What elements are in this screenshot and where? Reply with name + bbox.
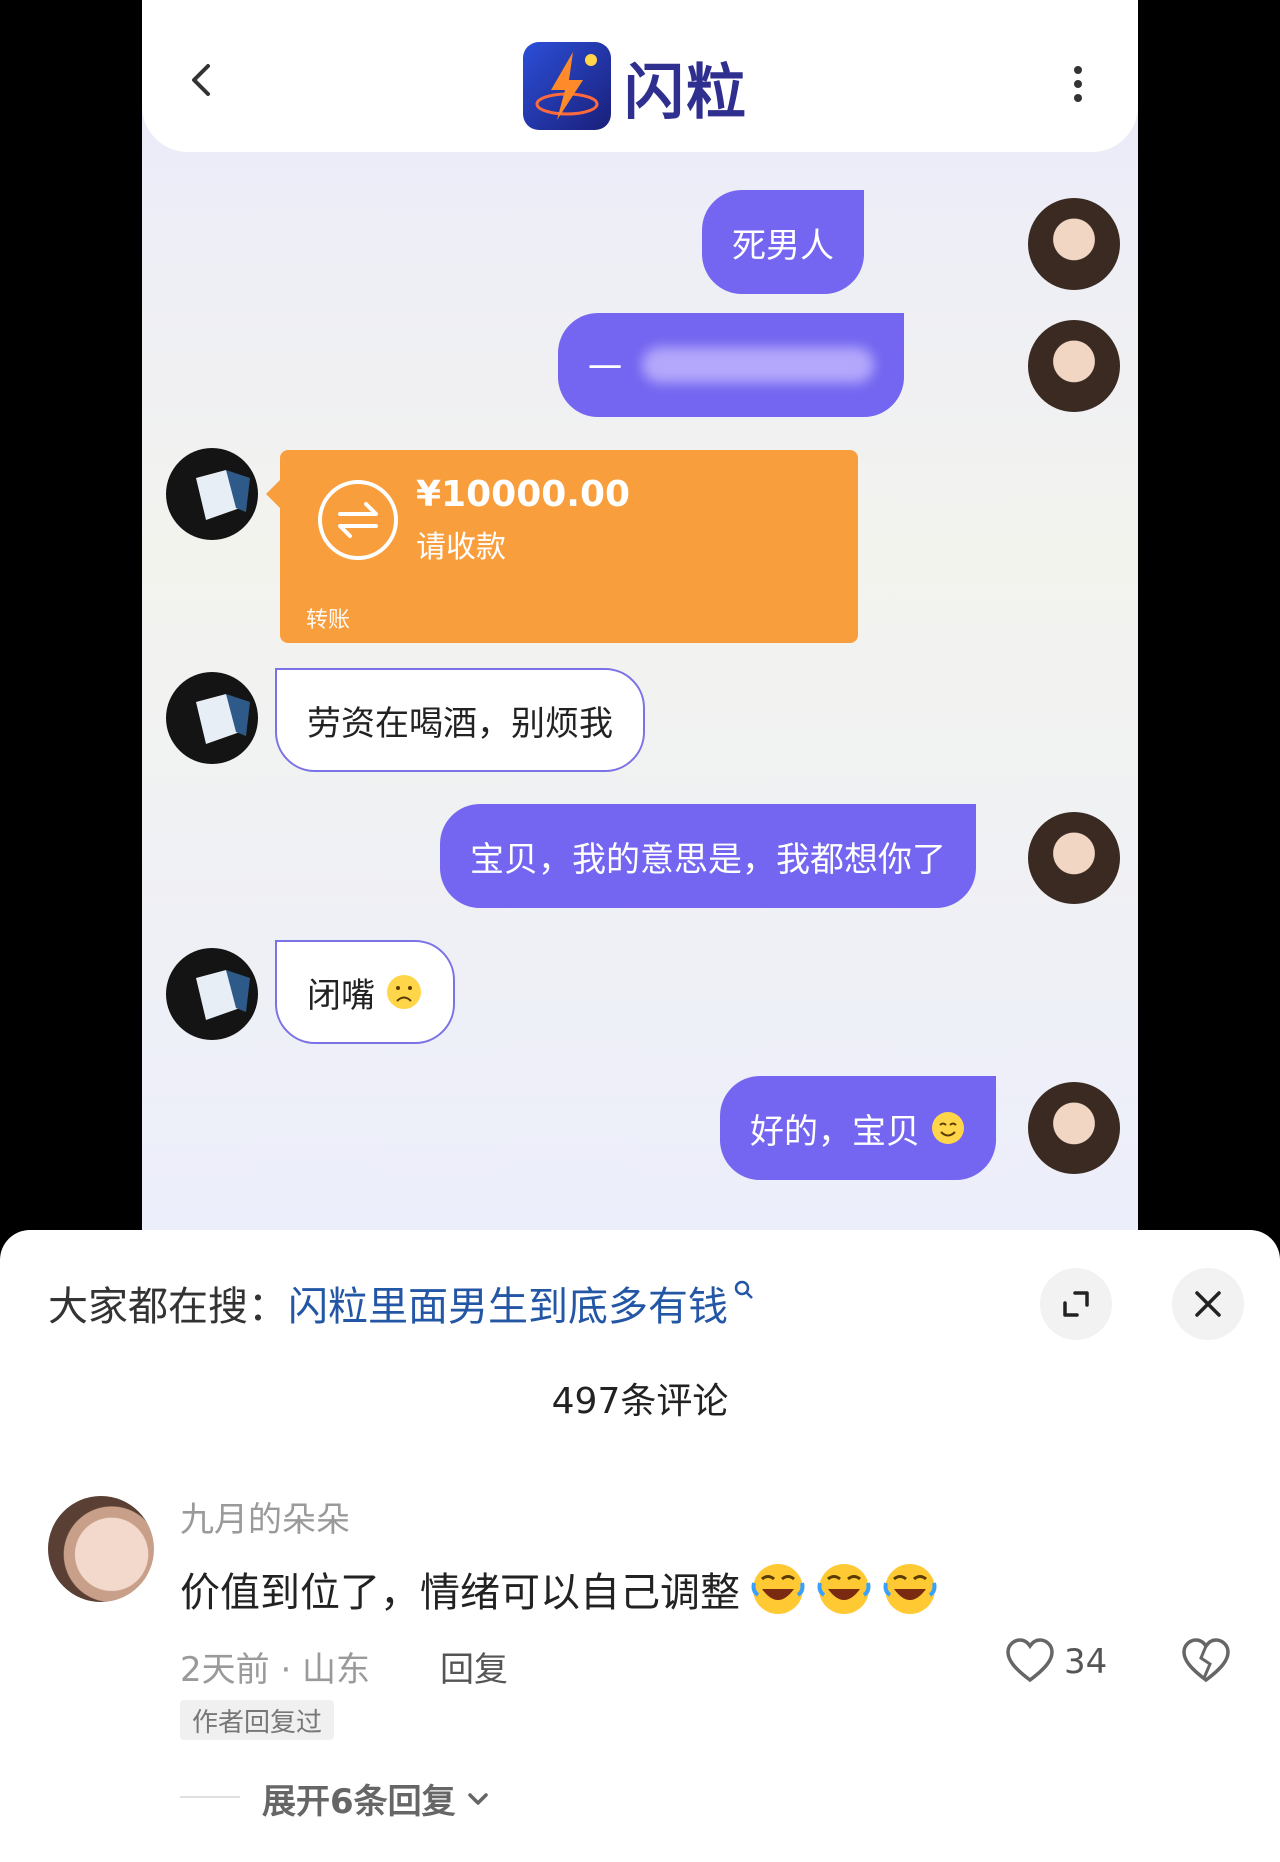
author-replied-badge: 作者回复过 xyxy=(180,1700,335,1740)
expand-replies-label: 展开6条回复 xyxy=(262,1782,456,1822)
expand-replies-button[interactable]: 展开6条回复 xyxy=(262,1774,492,1823)
screen: 闪粒 死男人 一 ¥10000.00 请收款 转账 劳资在喝酒，别烦我 宝贝，我… xyxy=(0,0,1280,1862)
transfer-card[interactable]: ¥10000.00 请收款 转账 xyxy=(266,450,858,643)
message-text: 劳资在喝酒，别烦我 xyxy=(307,703,613,744)
comment-text: 价值到位了，情绪可以自己调整 xyxy=(180,1560,938,1618)
message-bubble: 宝贝，我的意思是，我都想你了 xyxy=(440,804,976,908)
heart-icon[interactable] xyxy=(1004,1636,1056,1688)
search-icon xyxy=(734,1280,753,1299)
laughing-emoji xyxy=(817,1564,871,1614)
expand-button[interactable] xyxy=(1040,1268,1112,1340)
laughing-emoji xyxy=(883,1564,937,1614)
chevron-down-icon xyxy=(467,1792,488,1805)
transfer-amount: ¥10000.00 xyxy=(416,474,631,515)
search-term[interactable]: 闪粒里面男生到底多有钱 xyxy=(288,1284,728,1330)
message-bubble: 闭嘴 xyxy=(275,940,455,1044)
app-logo-icon xyxy=(523,42,611,130)
chat-header: 闪粒 xyxy=(142,0,1138,152)
message-text: 闭嘴 xyxy=(307,975,375,1016)
message-bubble: 好的，宝贝 xyxy=(720,1076,996,1180)
message-text: 宝贝，我的意思是，我都想你了 xyxy=(470,839,946,880)
broken-heart-icon[interactable] xyxy=(1180,1636,1232,1688)
avatar[interactable] xyxy=(166,672,258,764)
avatar[interactable] xyxy=(1028,812,1120,904)
message-text: 好的，宝贝 xyxy=(750,1111,920,1152)
avatar[interactable] xyxy=(1028,1082,1120,1174)
message-text: 死男人 xyxy=(732,225,834,266)
more-icon[interactable] xyxy=(1068,62,1088,106)
message-bubble: 劳资在喝酒，别烦我 xyxy=(275,668,645,772)
avatar[interactable] xyxy=(1028,198,1120,290)
message-text: 一 xyxy=(588,348,622,389)
expand-icon xyxy=(1063,1291,1089,1317)
comment-body: 价值到位了，情绪可以自己调整 xyxy=(180,1570,740,1616)
avatar[interactable] xyxy=(1028,320,1120,412)
app-title: 闪粒 xyxy=(624,58,748,128)
search-prefix: 大家都在搜： xyxy=(48,1284,288,1330)
message-bubble: 死男人 xyxy=(702,190,864,294)
comment-count: 497条评论 xyxy=(551,1381,729,1422)
close-icon xyxy=(1195,1291,1221,1317)
close-button[interactable] xyxy=(1172,1268,1244,1340)
smile-emoji xyxy=(932,1112,964,1144)
transfer-status: 请收款 xyxy=(416,530,506,565)
transfer-icon xyxy=(318,480,398,560)
transfer-type: 转账 xyxy=(306,608,351,633)
laughing-emoji xyxy=(751,1564,805,1614)
comment-username[interactable]: 九月的朵朵 xyxy=(180,1492,350,1541)
blurred-text xyxy=(642,347,874,383)
search-suggestion[interactable]: 大家都在搜：闪粒里面男生到底多有钱 xyxy=(48,1274,756,1332)
chat-screenshot: 闪粒 死男人 一 ¥10000.00 请收款 转账 劳资在喝酒，别烦我 宝贝，我… xyxy=(142,0,1138,1230)
back-icon[interactable] xyxy=(182,60,222,100)
avatar[interactable] xyxy=(48,1496,154,1602)
avatar[interactable] xyxy=(166,448,258,540)
divider xyxy=(180,1796,240,1798)
reply-button[interactable]: 回复 xyxy=(440,1642,508,1691)
message-bubble: 一 xyxy=(558,313,904,417)
comment-meta: 2天前 · 山东 xyxy=(180,1650,371,1690)
frown-emoji xyxy=(387,975,421,1009)
avatar[interactable] xyxy=(166,948,258,1040)
like-count: 34 xyxy=(1064,1642,1108,1682)
bubble-notch xyxy=(266,480,280,508)
comment-sheet: 大家都在搜：闪粒里面男生到底多有钱 497条评论 九月的朵朵 价值到位了，情绪可… xyxy=(0,1230,1280,1862)
